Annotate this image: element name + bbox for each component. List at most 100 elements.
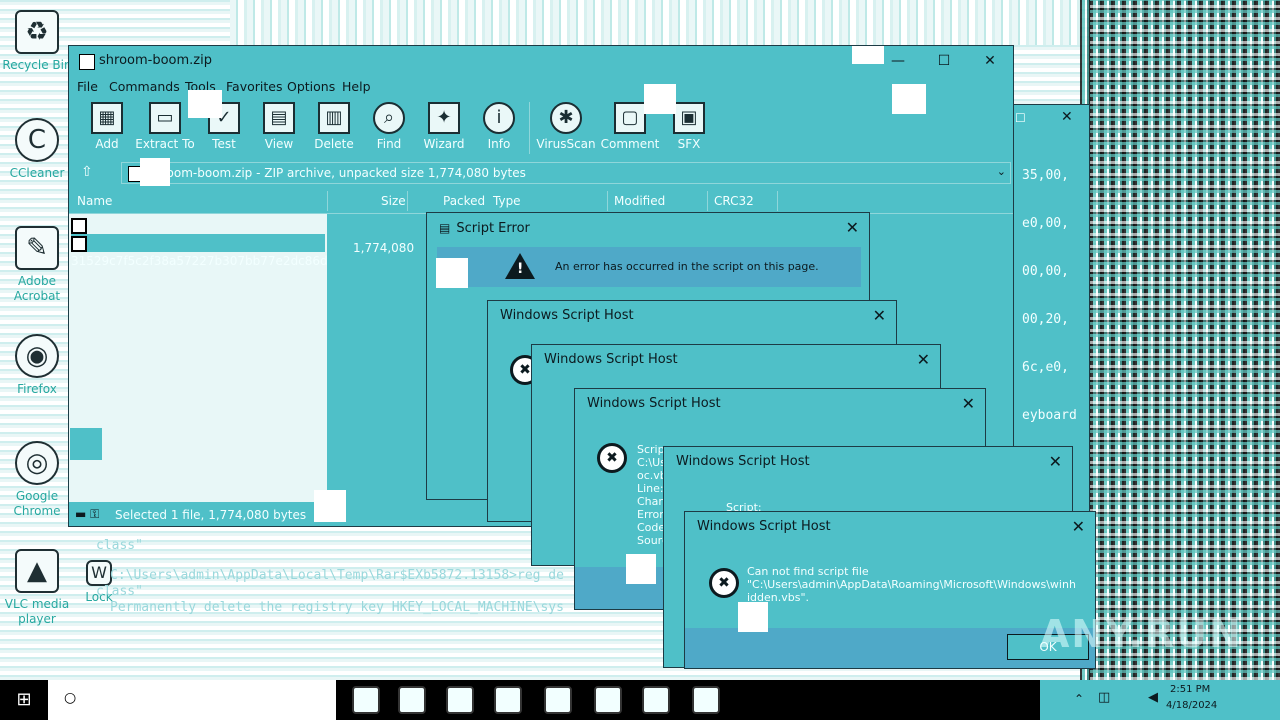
edge-browser-icon[interactable]: [398, 686, 426, 714]
column-separator[interactable]: [407, 191, 408, 211]
task-view-icon[interactable]: [352, 686, 380, 714]
menu-help[interactable]: Help: [342, 79, 371, 94]
windows-logo-icon: ⊞: [16, 689, 32, 710]
title-bar[interactable]: Windows Script Host ✕: [488, 301, 896, 331]
sfx-icon: ▣: [673, 102, 705, 134]
hex-line: 6c,e0,: [1022, 360, 1069, 375]
glitch-block: [892, 84, 926, 114]
chevron-up-icon[interactable]: ⌃: [1074, 692, 1084, 706]
title-bar[interactable]: Windows Script Host ✕: [664, 447, 1072, 477]
clock-time[interactable]: 2:51 PM: [1170, 684, 1210, 695]
toolbar-delete-button[interactable]: ▥ Delete: [304, 102, 364, 151]
volume-icon[interactable]: ◀: [1148, 690, 1158, 705]
maximize-button[interactable]: ☐: [921, 46, 967, 76]
wsh-error-icon: ✖: [709, 568, 739, 598]
toolbar-separator: [529, 102, 530, 154]
toolbar-extract-button[interactable]: ▭ Extract To: [135, 102, 195, 151]
menu-file[interactable]: File: [77, 79, 98, 94]
console-line: class": [96, 584, 143, 599]
close-icon[interactable]: ✕: [1061, 109, 1073, 125]
column-header-name[interactable]: Name: [77, 194, 112, 208]
close-icon[interactable]: ✕: [873, 301, 886, 331]
desktop-icon-firefox[interactable]: ◉ Firefox: [0, 334, 74, 397]
dialog-title: Windows Script Host: [544, 352, 678, 367]
toolbar-add-button[interactable]: ▦ Add: [77, 102, 137, 151]
title-bar[interactable]: ▤ Script Error ✕: [427, 213, 869, 243]
glitch-block: [188, 90, 222, 118]
desktop-icon-vlc[interactable]: ▲ VLC media player: [0, 549, 74, 627]
start-button[interactable]: ⊞: [0, 680, 48, 720]
column-header-crc32[interactable]: CRC32: [714, 194, 754, 208]
search-icon: ○: [64, 690, 77, 706]
window-title: shroom-boom.zip: [99, 53, 212, 68]
column-header-modified[interactable]: Modified: [614, 194, 665, 208]
tool-label: Test: [212, 137, 236, 151]
bug-icon: ✱: [550, 102, 582, 134]
close-icon[interactable]: ✕: [1072, 512, 1085, 542]
file-explorer-icon[interactable]: [446, 686, 474, 714]
toolbar-find-button[interactable]: ⌕ Find: [359, 102, 419, 151]
winrar-taskbar-icon[interactable]: [544, 686, 572, 714]
glitch-block: [436, 258, 468, 288]
column-header-size[interactable]: Size: [381, 194, 406, 208]
column-separator[interactable]: [707, 191, 708, 211]
table-row[interactable]: [71, 216, 91, 234]
tool-label: Find: [376, 137, 402, 151]
close-button[interactable]: ✕: [967, 46, 1013, 76]
menu-options[interactable]: Options: [287, 79, 335, 94]
tool-label: Comment: [600, 137, 660, 151]
desktop-icon-adobe-acrobat[interactable]: ✎ Adobe Acrobat: [0, 226, 74, 304]
hex-line: 00,00,: [1022, 264, 1069, 279]
table-row-selected[interactable]: 31529c7f5c2f38a57227b307bb77e2dc86d28...: [71, 234, 354, 268]
desktop-icon-label: Recycle Bin: [2, 58, 72, 72]
desktop-icon-recycle-bin[interactable]: ♻ Recycle Bin: [0, 10, 74, 73]
column-separator[interactable]: [777, 191, 778, 211]
vlc-cone-icon: ▲: [15, 549, 59, 593]
archive-icon: [79, 54, 95, 70]
ccleaner-icon: C: [15, 118, 59, 162]
maximize-icon[interactable]: ☐: [1015, 111, 1026, 125]
close-icon[interactable]: ✕: [1049, 447, 1062, 477]
script-taskbar-icon[interactable]: [692, 686, 720, 714]
column-header-type[interactable]: Type: [493, 194, 521, 208]
file-icon: [71, 235, 87, 252]
close-icon[interactable]: ✕: [846, 213, 859, 243]
toolbar-view-button[interactable]: ▤ View: [249, 102, 309, 151]
desktop-icon-google-chrome[interactable]: ◎ Google Chrome: [0, 441, 74, 519]
toolbar-virusscan-button[interactable]: ✱ VirusScan: [536, 102, 596, 151]
firefox-icon: ◉: [15, 334, 59, 378]
dialog-title: Windows Script Host: [676, 454, 810, 469]
desktop-icon-label: Adobe Acrobat: [13, 274, 61, 303]
magnifier-icon: ⌕: [373, 102, 405, 134]
title-bar[interactable]: Windows Script Host ✕: [575, 389, 985, 419]
desktop-icon-ccleaner[interactable]: C CCleaner: [0, 118, 74, 181]
toolbar-info-button[interactable]: i Info: [469, 102, 529, 151]
add-icon: ▦: [91, 102, 123, 134]
hex-line: 00,20,: [1022, 312, 1069, 327]
glitch-block: [852, 46, 884, 64]
toolbar-wizard-button[interactable]: ✦ Wizard: [414, 102, 474, 151]
menu-favorites[interactable]: Favorites: [226, 79, 282, 94]
title-bar[interactable]: Windows Script Host ✕: [685, 512, 1095, 542]
taskbar-search-box[interactable]: ○: [48, 680, 336, 720]
tool-label: VirusScan: [536, 137, 596, 151]
chevron-down-icon[interactable]: ⌄: [997, 165, 1006, 178]
wsh-dialog-front: Windows Script Host ✕ ✖ Can not find scri…: [684, 511, 1096, 669]
address-field[interactable]: shroom-boom.zip - ZIP archive, unpacked …: [121, 162, 1011, 184]
close-icon[interactable]: ✕: [962, 389, 975, 419]
file-list-columns: [327, 214, 427, 502]
watermark-text: ANY.RUN: [1040, 612, 1243, 656]
title-bar[interactable]: Windows Script Host ✕: [532, 345, 940, 375]
column-separator[interactable]: [327, 191, 328, 211]
column-header-packed[interactable]: Packed: [443, 194, 485, 208]
clock-date[interactable]: 4/18/2024: [1166, 700, 1217, 711]
network-icon[interactable]: ◫: [1098, 690, 1110, 705]
menu-commands[interactable]: Commands: [109, 79, 180, 94]
wsh-taskbar-icon[interactable]: [642, 686, 670, 714]
firefox-taskbar-icon[interactable]: [494, 686, 522, 714]
console-line: C:\Users\admin\AppData\Local\Temp\Rar$EX…: [110, 568, 564, 583]
close-icon[interactable]: ✕: [917, 345, 930, 375]
cmd-taskbar-icon[interactable]: [594, 686, 622, 714]
up-arrow-icon[interactable]: ⇧: [81, 164, 93, 180]
column-separator[interactable]: [607, 191, 608, 211]
